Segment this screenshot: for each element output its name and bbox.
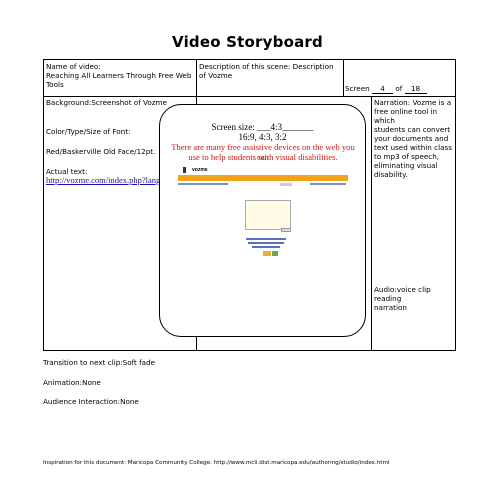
badge-icons [272, 251, 278, 256]
transition-text: Transition to next clip:Soft fade [43, 358, 156, 367]
narration-line: to mp3 of speech, [374, 152, 440, 161]
audio-line: Audio:voice clip reading [374, 285, 431, 303]
narration-line: students can convert [374, 125, 451, 134]
narration-line: your documents and [374, 134, 449, 143]
screen-total: 18 [410, 84, 421, 93]
screen-size-line: Screen size: ___4:3_______ [211, 122, 314, 132]
nav-links [178, 183, 228, 185]
name-of-video-label: Name of video: [46, 62, 101, 71]
name-of-video-value: Reaching All Learners Through Free Web [46, 71, 192, 80]
language-select [280, 183, 292, 186]
top-right-links [310, 183, 346, 185]
vozme-screenshot: vozme [160, 163, 367, 263]
narration-line: text used within class [374, 143, 452, 152]
footer-links [246, 238, 286, 240]
speaker-icon [183, 167, 190, 173]
page-title: Video Storyboard [172, 33, 323, 51]
screen-label: Screen [345, 84, 370, 93]
narration-cell: Narration: Vozme is a free online tool i… [374, 98, 454, 179]
speak-button [281, 228, 291, 232]
vozme-orange-bar [178, 175, 348, 181]
footer-links [248, 242, 284, 244]
scene-description-cell: Description of this scene: Description o… [199, 62, 341, 80]
divider [44, 96, 455, 97]
screen-counter-cell: Screen 4 of 18 [345, 84, 455, 94]
narration-line: eliminating visual [374, 161, 438, 170]
vozme-logo: vozme [192, 167, 208, 173]
narration-line: Narration: Vozme is a [374, 98, 452, 107]
scene-description: Description of this scene: Description o… [199, 62, 334, 80]
audience-interaction-text: Audience Interaction:None [43, 397, 139, 406]
animation-text: Animation:None [43, 378, 101, 387]
name-of-video-cell: Name of video: Reaching All Learners Thr… [46, 62, 194, 89]
screen-frame: Screen size: ___4:3_______ 16:9, 4:3, 3:… [159, 104, 366, 337]
divider [371, 96, 372, 350]
screen-current: 4 [380, 84, 385, 93]
badge-icons [263, 251, 271, 256]
audio-line: narration [374, 303, 407, 312]
red-caption: use to help students with visual disabil… [188, 152, 338, 162]
name-of-video-value: Tools [46, 80, 64, 89]
divider [343, 60, 344, 96]
screen-size-options: 16:9, 4:3, 3:2 [238, 132, 287, 142]
footer-note: Inspiration for this document: Maricopa … [43, 460, 390, 466]
of-label: of [395, 84, 403, 93]
audio-cell: Audio:voice clip reading narration [374, 285, 454, 312]
narration-line: disability. [374, 170, 408, 179]
text-area [245, 200, 291, 230]
footer-links [252, 246, 280, 248]
narration-line: free online tool in which [374, 107, 438, 125]
